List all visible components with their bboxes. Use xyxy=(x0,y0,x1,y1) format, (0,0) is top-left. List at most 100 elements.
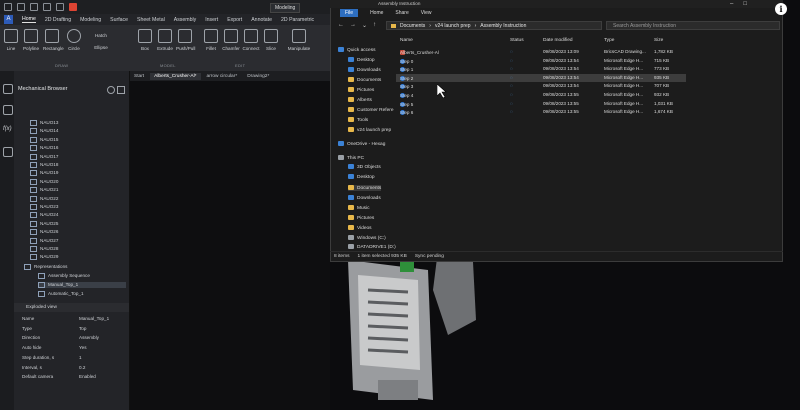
nav-item[interactable]: OneDrive - Hexag xyxy=(338,141,385,147)
chamfer-tool[interactable]: Chamfer xyxy=(222,29,240,51)
breadcrumb-assembly-instruction[interactable]: Assembly Instruction xyxy=(480,23,526,29)
address-bar[interactable]: Documents › v24 launch prep › Assembly Ins… xyxy=(386,21,602,30)
property-value[interactable]: Yes xyxy=(79,345,87,350)
tree-item[interactable]: NAUO25 xyxy=(30,220,58,227)
nav-item[interactable]: Pictures xyxy=(348,87,374,93)
tab-alberts-crusher[interactable]: Alberts_Crusher-Al* xyxy=(150,72,201,80)
property-value[interactable]: Top xyxy=(79,326,86,331)
line-tool[interactable]: Line xyxy=(2,29,20,51)
tab-drawing2[interactable]: Drawing2* xyxy=(243,73,273,80)
nav-item[interactable]: Downloads xyxy=(348,67,381,73)
tab-start[interactable]: Start xyxy=(130,73,148,80)
nav-item[interactable]: Windows (C:) xyxy=(348,235,386,241)
file-row[interactable]: Step 6 ◌ 09/08/2023 13:55 Microsoft Edge H.… xyxy=(396,108,686,116)
tree-item[interactable]: Automatic_Top_1 xyxy=(38,291,84,297)
col-size[interactable]: Size xyxy=(654,38,663,43)
property-value[interactable]: 1 xyxy=(79,355,82,360)
nav-item[interactable]: Documents xyxy=(348,185,382,191)
tree-item[interactable]: NAUO22 xyxy=(30,195,58,202)
nav-item[interactable]: Pictures xyxy=(348,215,374,221)
tab-arrow-circular[interactable]: arrow circular* xyxy=(203,73,242,80)
tree-item[interactable]: NAUO19 xyxy=(30,170,58,177)
tree-item[interactable]: NAUO27 xyxy=(30,237,58,244)
breadcrumb-launch-prep[interactable]: v24 launch prep xyxy=(435,23,471,29)
app-menu-button[interactable]: A xyxy=(4,15,13,24)
tab-2d-drafting[interactable]: 2D Drafting xyxy=(45,17,71,23)
quick-access-toolbar[interactable] xyxy=(4,3,77,11)
nav-item[interactable]: Tools xyxy=(348,117,368,123)
tree-item[interactable]: NAUO24 xyxy=(30,212,58,219)
formula-icon[interactable]: f(x) xyxy=(3,126,12,134)
forward-icon[interactable]: → xyxy=(350,22,356,29)
nav-item[interactable]: Alberts xyxy=(348,97,372,103)
col-date[interactable]: Date modified xyxy=(543,38,573,43)
nav-item[interactable]: Desktop xyxy=(348,57,375,63)
property-value[interactable]: Manual_Top_1 xyxy=(79,316,109,321)
back-icon[interactable]: ← xyxy=(338,22,344,29)
tree-item[interactable]: NAUO20 xyxy=(30,178,58,185)
col-status[interactable]: Status xyxy=(510,38,524,43)
nav-item[interactable]: Downloads xyxy=(348,195,381,201)
circle-tool[interactable]: Circle xyxy=(65,29,83,51)
col-type[interactable]: Type xyxy=(604,38,614,43)
lightbulb-icon[interactable] xyxy=(3,84,13,94)
tab-annotate[interactable]: Annotate xyxy=(251,17,272,23)
tree-item[interactable]: NAUO13 xyxy=(30,120,58,126)
menu-home[interactable]: Home xyxy=(370,10,383,16)
tab-insert[interactable]: Insert xyxy=(205,17,218,23)
rectangle-tool[interactable]: Rectangle xyxy=(43,29,64,51)
connect-tool[interactable]: Connect xyxy=(242,29,260,51)
tree-item[interactable]: NAUO18 xyxy=(30,162,58,168)
property-value[interactable]: 0.2 xyxy=(79,365,85,370)
layers-icon[interactable] xyxy=(3,147,13,157)
recent-icon[interactable]: ⌄ xyxy=(362,22,367,29)
nav-item[interactable]: This PC xyxy=(338,155,364,161)
fillet-tool[interactable]: Fillet xyxy=(202,29,220,51)
polyline-tool[interactable]: Polyline xyxy=(22,29,40,51)
nav-item[interactable]: 3D Objects xyxy=(348,164,381,170)
tab-2d-parametric[interactable]: 2D Parametric xyxy=(281,17,314,23)
nav-item[interactable]: Customer Refere xyxy=(348,107,394,113)
property-value[interactable]: Assembly xyxy=(79,335,99,340)
tree-item[interactable]: NAUO17 xyxy=(30,153,58,160)
panel-options-icon[interactable] xyxy=(117,86,125,94)
nav-item[interactable]: Videos xyxy=(348,225,372,231)
ellipse-tool[interactable]: Ellipse xyxy=(88,45,114,50)
menu-view[interactable]: View xyxy=(421,10,432,16)
menu-share[interactable]: Share xyxy=(395,10,408,16)
box-tool[interactable]: Box xyxy=(136,29,154,51)
workspace-selector[interactable]: Modeling xyxy=(270,3,301,13)
nav-item[interactable]: DATADRIVE1 (D:) xyxy=(348,244,396,250)
component-icon[interactable] xyxy=(3,105,13,115)
up-icon[interactable]: ↑ xyxy=(373,22,376,29)
minimize-icon[interactable]: – xyxy=(730,1,733,7)
nav-item[interactable]: Documents xyxy=(348,77,381,83)
slice-tool[interactable]: Slice xyxy=(262,29,280,51)
nav-item[interactable]: Music xyxy=(348,205,370,211)
tab-home[interactable]: Home xyxy=(22,16,36,23)
property-value[interactable]: Enabled xyxy=(79,374,96,379)
tree-item[interactable]: NAUO26 xyxy=(30,229,58,236)
file-row[interactable]: Step 1 ◌ 09/08/2023 13:54 Microsoft Edge H.… xyxy=(396,65,686,73)
tree-item[interactable]: Assembly Sequence xyxy=(38,273,90,279)
breadcrumb-documents[interactable]: Documents xyxy=(400,23,425,29)
search-icon[interactable] xyxy=(107,86,115,94)
tree-item[interactable]: NAUO23 xyxy=(30,204,58,210)
col-name[interactable]: Name xyxy=(400,38,413,43)
extrude-tool[interactable]: Extrude xyxy=(156,29,174,51)
tab-surface[interactable]: Surface xyxy=(110,17,128,23)
tree-item[interactable]: NAUO15 xyxy=(30,136,58,143)
tree-item[interactable]: NAUO28 xyxy=(30,246,58,252)
search-input[interactable]: Search Assembly Instruction xyxy=(606,21,780,30)
menu-file[interactable]: File xyxy=(340,9,359,17)
nav-item[interactable]: v24 launch prep xyxy=(348,127,391,133)
tree-item[interactable]: NAUO14 xyxy=(30,128,58,135)
tree-item[interactable]: NAUO21 xyxy=(30,187,58,194)
tree-item[interactable]: NAUO16 xyxy=(30,145,58,152)
file-row[interactable]: Alberts_Crusher-Al ◌ 09/08/2023 13:09 Brics… xyxy=(396,48,686,56)
tree-item[interactable]: Representations xyxy=(24,264,67,270)
tab-modeling[interactable]: Modeling xyxy=(80,17,101,23)
push-pull-tool[interactable]: Push/Pull xyxy=(176,29,195,51)
tab-sheet-metal[interactable]: Sheet Metal xyxy=(137,17,165,23)
tree-item[interactable]: NAUO29 xyxy=(30,254,58,261)
